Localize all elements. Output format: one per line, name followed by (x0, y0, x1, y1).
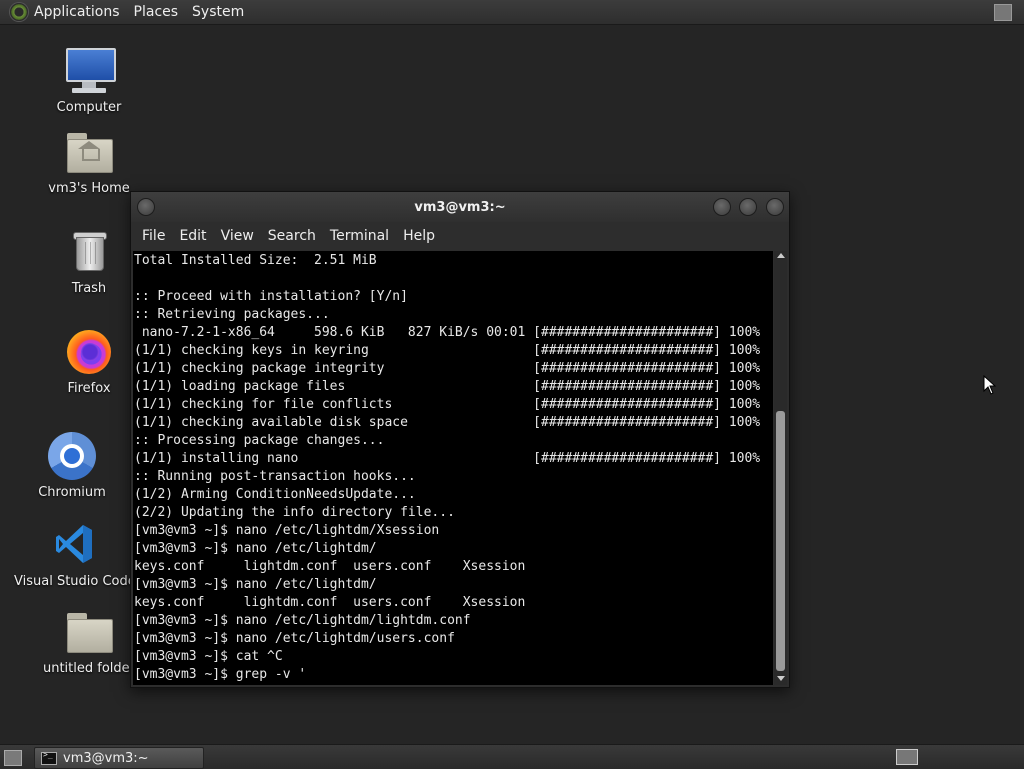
menu-edit[interactable]: Edit (179, 228, 206, 244)
terminal-text: Total Installed Size: 2.51 MiB :: Procee… (133, 251, 773, 684)
bottom-panel: vm3@vm3:~ (0, 744, 1024, 769)
terminal-line: [vm3@vm3 ~]$ cat ^C (134, 649, 283, 664)
terminal-line: (1/1) checking keys in keyring [########… (134, 343, 761, 358)
desktop-icon-label: Chromium (38, 485, 106, 500)
terminal-line: :: Running post-transaction hooks... (134, 469, 416, 484)
chromium-icon (47, 431, 97, 481)
panel-tray-icon[interactable] (994, 4, 1012, 21)
terminal-line: (1/1) checking for file conflicts [#####… (134, 397, 761, 412)
terminal-output[interactable]: Total Installed Size: 2.51 MiB :: Procee… (133, 251, 773, 685)
terminal-line: :: Retrieving packages... (134, 307, 330, 322)
terminal-line: [vm3@vm3 ~]$ nano /etc/lightdm/users.con… (134, 631, 455, 646)
mouse-cursor-icon (983, 375, 997, 395)
menu-view[interactable]: View (221, 228, 254, 244)
terminal-line: keys.conf lightdm.conf users.conf Xsessi… (134, 595, 526, 610)
trash-icon (64, 227, 114, 277)
taskbar-terminal-button[interactable]: vm3@vm3:~ (34, 747, 204, 769)
terminal-line: (1/1) checking available disk space [###… (134, 415, 761, 430)
scroll-down-arrow-icon[interactable] (777, 676, 785, 681)
terminal-line: keys.conf lightdm.conf users.conf Xsessi… (134, 559, 526, 574)
desktop-icon-vscode[interactable]: Visual Studio Code (14, 520, 136, 589)
menu-system[interactable]: System (192, 4, 244, 20)
scroll-up-arrow-icon[interactable] (777, 253, 785, 258)
terminal-line: :: Proceed with installation? [Y/n] (134, 289, 408, 304)
scrollbar-thumb[interactable] (776, 411, 785, 671)
terminal-line: (1/2) Arming ConditionNeedsUpdate... (134, 487, 416, 502)
firefox-icon (64, 327, 114, 377)
desktop-icon-home[interactable]: vm3's Home (29, 127, 149, 196)
vscode-icon (49, 520, 99, 570)
terminal-menubar: File Edit View Search Terminal Help (131, 222, 789, 250)
home-folder-icon (64, 127, 114, 177)
menu-search[interactable]: Search (268, 228, 316, 244)
desktop-icon-label: Visual Studio Code (14, 574, 136, 589)
show-desktop-icon[interactable] (4, 750, 22, 766)
menu-help[interactable]: Help (403, 228, 435, 244)
terminal-line: [vm3@vm3 ~]$ nano /etc/lightdm/Xsession (134, 523, 440, 538)
close-icon[interactable] (766, 198, 784, 216)
terminal-line: nano-7.2-1-x86_64 598.6 KiB 827 KiB/s 00… (134, 325, 761, 340)
desktop-icon-label: Computer (56, 100, 122, 115)
window-menu-icon[interactable] (137, 198, 155, 216)
desktop-icon-chromium[interactable]: Chromium (12, 431, 132, 500)
top-panel: Applications Places System (0, 0, 1024, 25)
terminal-line: [vm3@vm3 ~]$ nano /etc/lightdm/ (134, 577, 377, 592)
menu-file[interactable]: File (142, 228, 165, 244)
window-title: vm3@vm3:~ (414, 199, 506, 215)
terminal-window[interactable]: vm3@vm3:~ File Edit View Search Terminal… (130, 191, 790, 688)
menu-applications[interactable]: Applications (34, 4, 120, 20)
menu-terminal[interactable]: Terminal (330, 228, 389, 244)
applications-logo-icon[interactable] (10, 3, 28, 21)
computer-icon (64, 46, 116, 96)
terminal-line: (2/2) Updating the info directory file..… (134, 505, 455, 520)
workspace-switcher[interactable] (896, 749, 918, 765)
minimize-icon[interactable] (713, 198, 731, 216)
terminal-line: (1/1) checking package integrity [######… (134, 361, 761, 376)
terminal-scrollbar[interactable] (774, 251, 787, 685)
folder-icon (64, 607, 114, 657)
taskbar-task-label: vm3@vm3:~ (63, 750, 149, 766)
terminal-line: (1/1) loading package files [###########… (134, 379, 761, 394)
terminal-line: [vm3@vm3 ~]$ grep -v ' (134, 667, 307, 682)
desktop-icon-computer[interactable]: Computer (29, 46, 149, 115)
terminal-icon (41, 750, 57, 765)
terminal-line: (1/1) installing nano [#################… (134, 451, 761, 466)
terminal-titlebar[interactable]: vm3@vm3:~ (131, 192, 789, 222)
menu-places[interactable]: Places (134, 4, 179, 20)
terminal-line: :: Processing package changes... (134, 433, 385, 448)
terminal-line: Total Installed Size: 2.51 MiB (134, 253, 377, 268)
terminal-line: [vm3@vm3 ~]$ nano /etc/lightdm/ (134, 541, 377, 556)
terminal-line: [vm3@vm3 ~]$ nano /etc/lightdm/lightdm.c… (134, 613, 471, 628)
maximize-icon[interactable] (739, 198, 757, 216)
